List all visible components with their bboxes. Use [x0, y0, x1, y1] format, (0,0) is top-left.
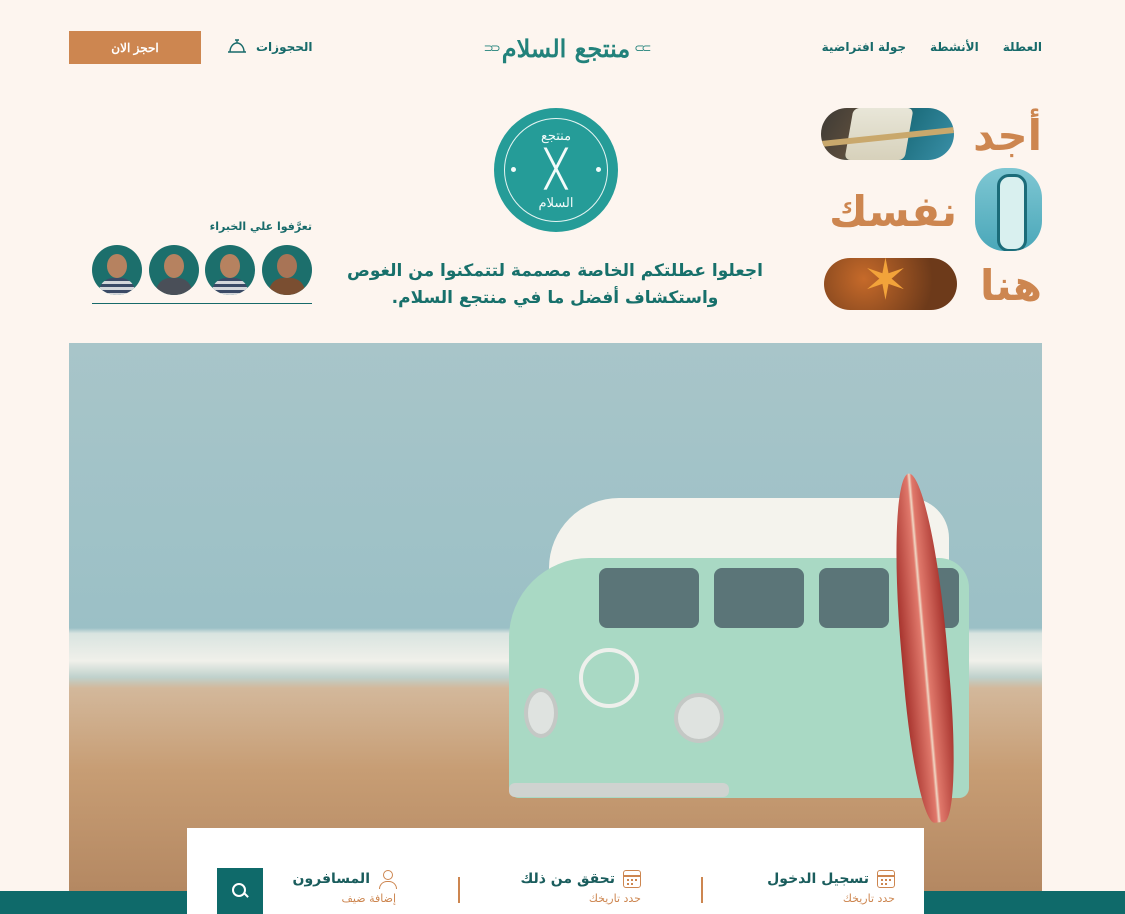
nav-links: العطلة الأنشطة جولة افتراضية [822, 40, 1042, 54]
van-headlight [674, 693, 724, 743]
nav-link-activities[interactable]: الأنشطة [930, 40, 979, 54]
checkout-label: تحقق من ذلك [520, 871, 615, 887]
book-now-button[interactable]: احجز الان [69, 31, 201, 64]
expert-avatar[interactable] [148, 245, 199, 295]
search-button[interactable] [217, 868, 263, 914]
emblem-dot-left [511, 167, 516, 172]
checkout-placeholder: حدد تاريخك [588, 892, 641, 905]
checkin-field[interactable]: تسجيل الدخول حدد تاريخك [767, 870, 895, 905]
nav-link-vacation[interactable]: العطلة [1003, 40, 1042, 54]
user-icon [378, 870, 397, 889]
emblem-cross-icon: ╳ [545, 149, 567, 190]
headline-word-3: هنا [979, 261, 1042, 310]
van-emblem [579, 648, 639, 708]
checkin-label-row: تسجيل الدخول [767, 870, 895, 888]
emblem-ring: منتجع ╳ السلام [504, 118, 608, 222]
bookings-label: الحجوزات [256, 40, 313, 54]
search-icon [232, 883, 248, 899]
expert-avatar[interactable] [261, 245, 312, 295]
hero-image-beach-van [69, 343, 1042, 891]
travelers-label-row: المسافرون [292, 870, 397, 889]
headline-word-1: أجد [973, 111, 1042, 160]
experts-avatars [92, 245, 312, 304]
van-bumper [509, 783, 729, 797]
checkin-label: تسجيل الدخول [767, 871, 869, 887]
hero-headline: أجد نفسك هنا [802, 105, 1042, 315]
nav-link-virtual-tour[interactable]: جولة افتراضية [822, 40, 906, 54]
field-divider [701, 877, 703, 903]
headline-word-2: نفسك [829, 187, 957, 236]
site-logo[interactable]: ⊃⊃ منتجع السلام ⊂⊂ [470, 30, 662, 66]
service-bell-icon [228, 39, 246, 53]
experts-section: تعرَّفوا علي الخبراء [92, 220, 312, 304]
emblem-bottom-text: السلام [538, 196, 574, 211]
van-window [714, 568, 804, 628]
expert-avatar[interactable] [92, 245, 142, 295]
checkout-field[interactable]: تحقق من ذلك حدد تاريخك [520, 870, 641, 905]
headline-image-rope [821, 108, 954, 160]
top-navigation: العطلة الأنشطة جولة افتراضية ⊃⊃ منتجع ال… [0, 0, 1125, 96]
calendar-icon [877, 870, 895, 888]
travelers-field[interactable]: المسافرون إضافة ضيف [292, 870, 397, 905]
van-headlight [524, 688, 558, 738]
resort-emblem: منتجع ╳ السلام [494, 108, 618, 232]
checkout-label-row: تحقق من ذلك [520, 870, 641, 888]
field-divider [458, 877, 460, 903]
calendar-icon [623, 870, 641, 888]
travelers-placeholder: إضافة ضيف [341, 892, 396, 905]
logo-wave-right: ⊂⊂ [483, 41, 501, 55]
van-window [819, 568, 889, 628]
expert-avatar[interactable] [205, 245, 256, 295]
logo-wave-left: ⊃⊃ [634, 41, 651, 55]
booking-search-card: تسجيل الدخول حدد تاريخك تحقق من ذلك حدد … [187, 828, 924, 914]
bookings-link[interactable]: الحجوزات [226, 38, 313, 56]
hero-tagline: اجعلوا عطلتكم الخاصة مصممة لتتمكنوا من ا… [347, 261, 763, 308]
headline-image-surfboard [975, 168, 1042, 251]
travelers-label: المسافرون [292, 871, 370, 887]
emblem-top-text: منتجع [540, 129, 572, 144]
logo-text: منتجع السلام [501, 33, 632, 63]
van-windshield [599, 568, 699, 628]
emblem-dot-right [596, 167, 601, 172]
checkin-placeholder: حدد تاريخك [842, 892, 895, 905]
headline-image-starfish [824, 258, 957, 310]
experts-title: تعرَّفوا علي الخبراء [209, 220, 312, 233]
